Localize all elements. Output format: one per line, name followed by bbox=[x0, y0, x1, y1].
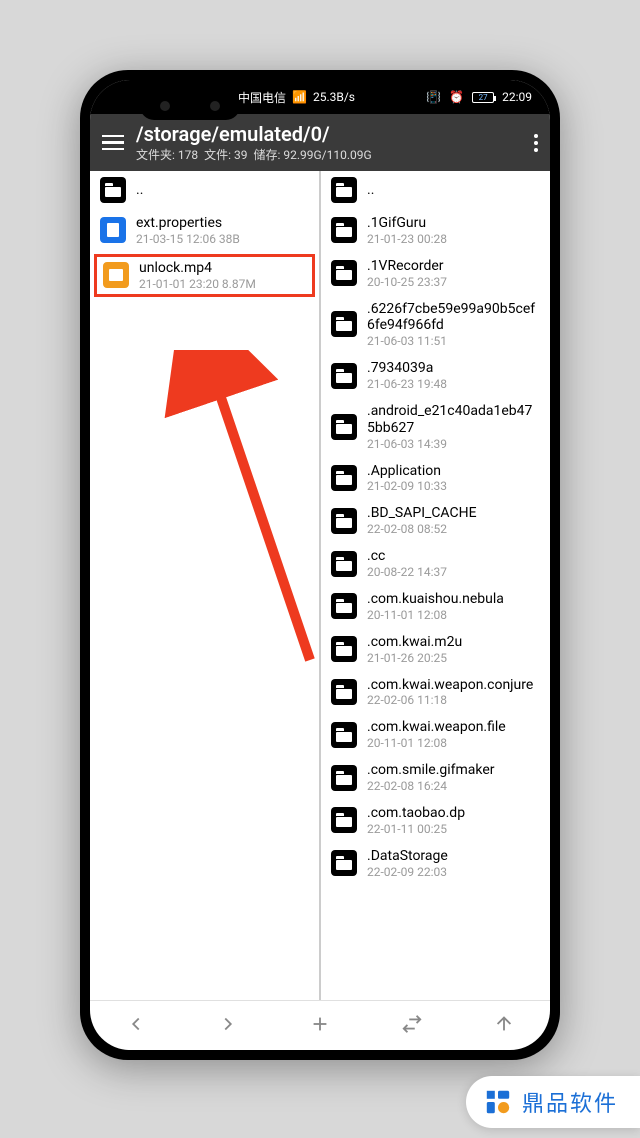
folder-icon bbox=[331, 636, 357, 662]
folder-icon bbox=[331, 722, 357, 748]
file-row[interactable]: .6226f7cbe59e99a90b5cef6fe94f966fd 21-06… bbox=[321, 295, 550, 355]
up-button[interactable] bbox=[493, 1013, 515, 1039]
file-name: .Application bbox=[367, 463, 540, 480]
watermark-badge: 鼎品软件 bbox=[466, 1076, 640, 1128]
right-pane[interactable]: .. .1GifGuru 21-01-23 00:28 .1VRecorder … bbox=[321, 171, 550, 1000]
file-meta: 22-02-08 08:52 bbox=[367, 522, 540, 536]
file-name: .com.smile.gifmaker bbox=[367, 762, 540, 779]
folder-icon bbox=[331, 177, 357, 203]
file-row[interactable]: .com.smile.gifmaker 22-02-08 16:24 bbox=[321, 756, 550, 799]
file-row[interactable]: .com.kuaishou.nebula 20-11-01 12:08 bbox=[321, 585, 550, 628]
file-name: .com.kwai.m2u bbox=[367, 634, 540, 651]
folder-icon bbox=[331, 551, 357, 577]
file-row[interactable]: .com.kwai.m2u 21-01-26 20:25 bbox=[321, 628, 550, 671]
signal-icon: 📶 bbox=[292, 90, 307, 104]
app-bar: /storage/emulated/0/ 文件夹: 178 文件: 39 储存:… bbox=[90, 114, 550, 171]
document-icon bbox=[100, 217, 126, 243]
file-name: .cc bbox=[367, 548, 540, 565]
file-row[interactable]: .android_e21c40ada1eb475bb627 21-06-03 1… bbox=[321, 397, 550, 457]
file-meta: 21-06-23 19:48 bbox=[367, 377, 540, 391]
file-row[interactable]: unlock.mp4 21-01-01 23:20 8.87M bbox=[94, 254, 315, 297]
file-meta: 22-02-09 22:03 bbox=[367, 865, 540, 879]
folder-icon bbox=[331, 260, 357, 286]
file-meta: 20-10-25 23:37 bbox=[367, 275, 540, 289]
file-meta: 21-03-15 12:06 38B bbox=[136, 232, 309, 246]
file-row[interactable]: .BD_SAPI_CACHE 22-02-08 08:52 bbox=[321, 499, 550, 542]
folder-icon bbox=[331, 311, 357, 337]
folder-icon bbox=[331, 414, 357, 440]
back-button[interactable] bbox=[125, 1013, 147, 1039]
folder-icon bbox=[331, 508, 357, 534]
overflow-menu-button[interactable] bbox=[534, 134, 538, 152]
vibrate-icon: 📳 bbox=[426, 90, 441, 104]
left-pane[interactable]: .. ext.properties 21-03-15 12:06 38B unl… bbox=[90, 171, 321, 1000]
camera-notch bbox=[140, 92, 240, 120]
file-name: ext.properties bbox=[136, 215, 309, 232]
screen: 中国电信 📶 25.3B/s 📳 ⏰ 27 22:09 /storage/emu… bbox=[90, 80, 550, 1050]
path-subtitle: 文件夹: 178 文件: 39 储存: 92.99G/110.09G bbox=[136, 146, 522, 163]
file-name: .1VRecorder bbox=[367, 258, 540, 275]
file-row[interactable]: .1VRecorder 20-10-25 23:37 bbox=[321, 252, 550, 295]
file-meta: 22-01-11 00:25 bbox=[367, 822, 540, 836]
folder-icon bbox=[331, 363, 357, 389]
parent-dir-row[interactable]: .. bbox=[90, 171, 319, 209]
file-meta: 22-02-06 11:18 bbox=[367, 693, 540, 707]
file-name: .DataStorage bbox=[367, 848, 540, 865]
file-row[interactable]: .com.kwai.weapon.file 20-11-01 12:08 bbox=[321, 713, 550, 756]
file-meta: 20-11-01 12:08 bbox=[367, 608, 540, 622]
carrier-label: 中国电信 bbox=[238, 89, 286, 106]
file-row[interactable]: .com.taobao.dp 22-01-11 00:25 bbox=[321, 799, 550, 842]
video-icon bbox=[103, 262, 129, 288]
file-name: .1GifGuru bbox=[367, 215, 540, 232]
file-row[interactable]: .1GifGuru 21-01-23 00:28 bbox=[321, 209, 550, 252]
file-meta: 21-06-03 14:39 bbox=[367, 437, 540, 451]
folder-icon bbox=[331, 217, 357, 243]
file-name: .com.kuaishou.nebula bbox=[367, 591, 540, 608]
file-meta: 21-01-01 23:20 8.87M bbox=[139, 277, 306, 291]
file-row[interactable]: .DataStorage 22-02-09 22:03 bbox=[321, 842, 550, 885]
file-name: .7934039a bbox=[367, 360, 540, 377]
alarm-icon: ⏰ bbox=[449, 90, 464, 104]
file-row[interactable]: .com.kwai.weapon.conjure 22-02-06 11:18 bbox=[321, 671, 550, 714]
menu-button[interactable] bbox=[102, 135, 124, 151]
file-name: .com.kwai.weapon.file bbox=[367, 719, 540, 736]
file-name: unlock.mp4 bbox=[139, 260, 306, 277]
file-name: .6226f7cbe59e99a90b5cef6fe94f966fd bbox=[367, 301, 540, 335]
file-row[interactable]: .cc 20-08-22 14:37 bbox=[321, 542, 550, 585]
swap-button[interactable] bbox=[401, 1013, 423, 1039]
parent-dir-row[interactable]: .. bbox=[321, 171, 550, 209]
folder-icon bbox=[331, 465, 357, 491]
file-row[interactable]: .Application 21-02-09 10:33 bbox=[321, 457, 550, 500]
clock-time: 22:09 bbox=[502, 90, 532, 104]
file-name: .android_e21c40ada1eb475bb627 bbox=[367, 403, 540, 437]
folder-icon bbox=[331, 679, 357, 705]
path-title[interactable]: /storage/emulated/0/ bbox=[136, 122, 522, 146]
watermark-text: 鼎品软件 bbox=[522, 1086, 618, 1118]
file-meta: 21-02-09 10:33 bbox=[367, 479, 540, 493]
folder-icon bbox=[331, 850, 357, 876]
file-name: .BD_SAPI_CACHE bbox=[367, 505, 540, 522]
file-meta: 21-06-03 11:51 bbox=[367, 334, 540, 348]
file-meta: 20-08-22 14:37 bbox=[367, 565, 540, 579]
watermark-logo-icon bbox=[482, 1086, 514, 1118]
net-speed: 25.3B/s bbox=[313, 90, 355, 104]
bottom-toolbar bbox=[90, 1000, 550, 1050]
forward-button[interactable] bbox=[217, 1013, 239, 1039]
file-row[interactable]: .7934039a 21-06-23 19:48 bbox=[321, 354, 550, 397]
folder-icon bbox=[331, 807, 357, 833]
folder-icon bbox=[331, 593, 357, 619]
file-meta: 20-11-01 12:08 bbox=[367, 736, 540, 750]
battery-icon: 27 bbox=[472, 92, 494, 103]
add-button[interactable] bbox=[309, 1013, 331, 1039]
file-name: .com.taobao.dp bbox=[367, 805, 540, 822]
file-meta: 21-01-26 20:25 bbox=[367, 651, 540, 665]
file-meta: 21-01-23 00:28 bbox=[367, 232, 540, 246]
folder-icon bbox=[100, 177, 126, 203]
phone-frame: 中国电信 📶 25.3B/s 📳 ⏰ 27 22:09 /storage/emu… bbox=[80, 70, 560, 1060]
file-meta: 22-02-08 16:24 bbox=[367, 779, 540, 793]
file-name: .com.kwai.weapon.conjure bbox=[367, 677, 540, 694]
file-row[interactable]: ext.properties 21-03-15 12:06 38B bbox=[90, 209, 319, 252]
folder-icon bbox=[331, 765, 357, 791]
